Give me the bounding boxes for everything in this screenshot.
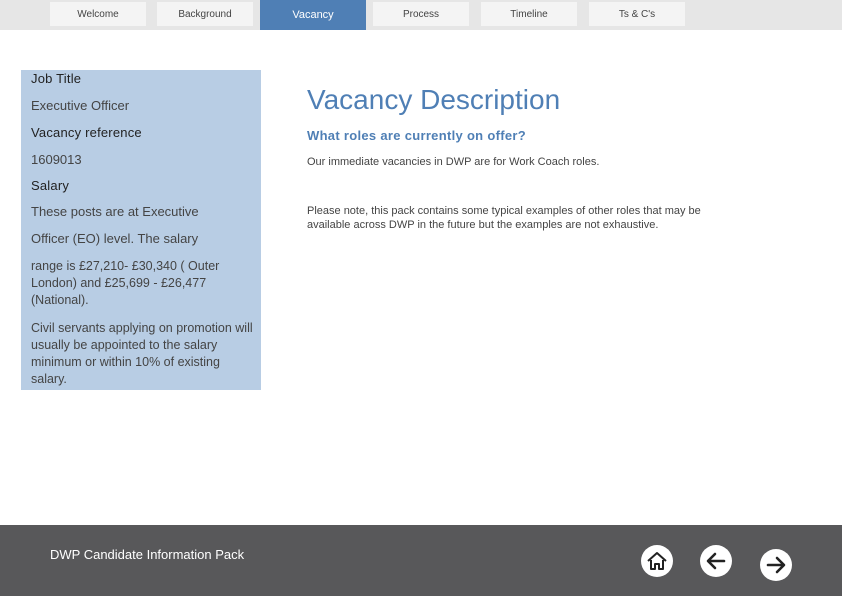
vacancy-reference-heading: Vacancy reference [31, 125, 142, 140]
promotion-text: Civil servants applying on promotion wil… [31, 321, 253, 386]
tab-background[interactable]: Background [157, 2, 253, 26]
home-icon [647, 552, 667, 570]
job-details-panel: Job Title Executive Officer Vacancy refe… [21, 70, 261, 390]
job-title-value: Executive Officer [31, 98, 130, 113]
salary-range-text: range is £27,210- £30,340 ( Outer London… [31, 259, 220, 307]
salary-text-line1: These posts are at Executive [31, 204, 199, 219]
arrow-right-icon [766, 556, 786, 574]
tab-ts-and-cs[interactable]: Ts & C's [589, 2, 685, 26]
footer-title: DWP Candidate Information Pack [50, 547, 245, 562]
vacancy-reference-value: 1609013 [31, 152, 82, 167]
tab-welcome[interactable]: Welcome [50, 2, 146, 26]
vacancy-paragraph-1: Our immediate vacancies in DWP are for W… [307, 156, 600, 168]
next-button[interactable] [760, 549, 792, 581]
tab-timeline[interactable]: Timeline [481, 2, 577, 26]
arrow-left-icon [706, 552, 726, 570]
page-title: Vacancy Description [307, 84, 561, 115]
top-navigation-bar: Welcome Background Vacancy Process Timel… [0, 0, 842, 30]
job-title-heading: Job Title [31, 71, 82, 86]
footer-bar: DWP Candidate Information Pack [0, 525, 842, 596]
tab-process[interactable]: Process [373, 2, 469, 26]
salary-heading: Salary [31, 178, 70, 193]
back-button[interactable] [700, 545, 732, 577]
tab-vacancy[interactable]: Vacancy [260, 0, 366, 30]
salary-text-line2: Officer (EO) level. The salary [31, 231, 199, 246]
section-subheading: What roles are currently on offer? [307, 128, 526, 143]
home-button[interactable] [641, 545, 673, 577]
vacancy-paragraph-2: Please note, this pack contains some typ… [307, 205, 701, 231]
